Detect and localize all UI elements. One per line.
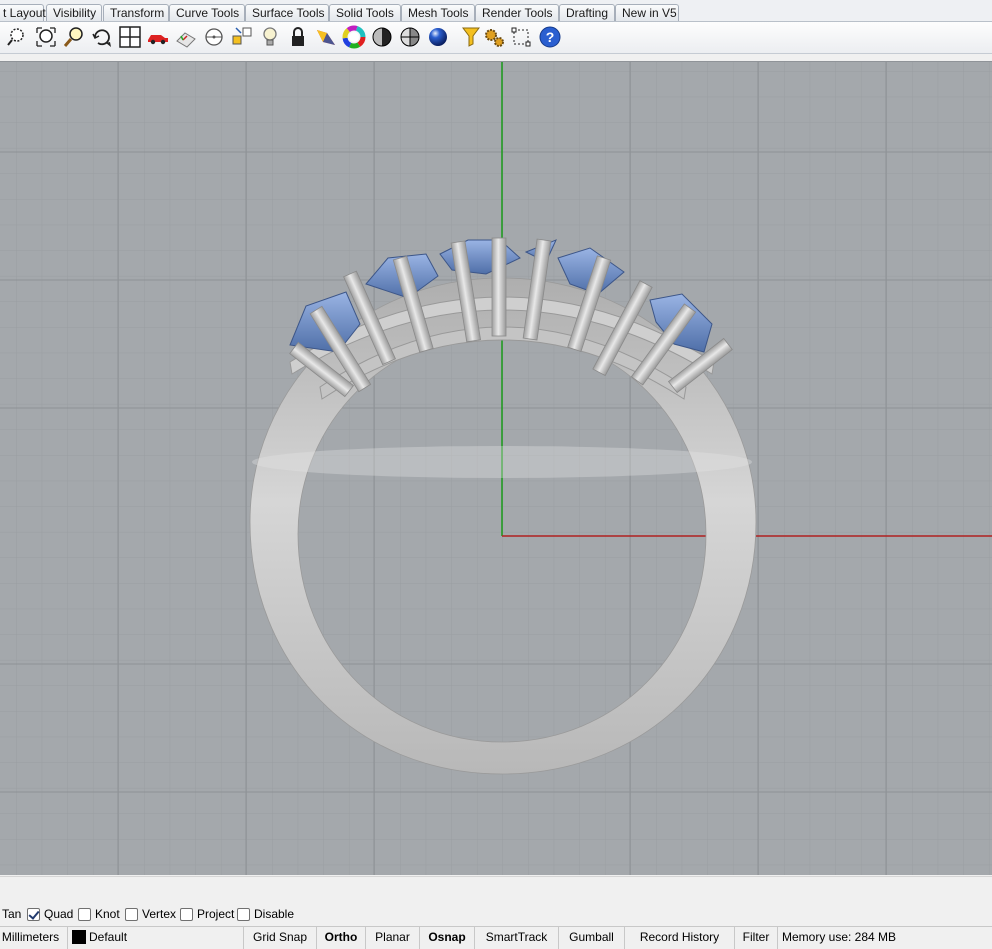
rotate-view-icon[interactable]	[90, 25, 114, 49]
planar-pane[interactable]: Planar	[366, 927, 420, 949]
zoom-extents-icon[interactable]	[34, 25, 58, 49]
osnap-disable-label: Disable	[254, 907, 295, 921]
filter-icon[interactable]	[460, 25, 484, 49]
smarttrack-pane[interactable]: SmartTrack	[475, 927, 559, 949]
osnap-project-label: Project	[197, 907, 235, 921]
dimension-icon[interactable]	[510, 25, 534, 49]
units-pane[interactable]: Millimeters	[0, 927, 68, 949]
memory-pane: Memory use: 284 MB	[782, 930, 897, 944]
material-icon[interactable]	[314, 25, 338, 49]
named-view-car-icon[interactable]	[146, 25, 170, 49]
osnap-knot-checkbox[interactable]	[78, 907, 91, 921]
osnap-bar: Tan Quad Knot Vertex Project Disable	[0, 876, 992, 926]
options-icon[interactable]	[202, 25, 226, 49]
osnap-knot[interactable]: Knot	[78, 906, 120, 922]
tab-visibility[interactable]: Visibility	[46, 4, 102, 21]
record-history-pane[interactable]: Record History	[625, 927, 735, 949]
status-bar: Millimeters Default Grid Snap Ortho Plan…	[0, 926, 992, 949]
rendered-sphere-icon[interactable]	[426, 25, 450, 49]
osnap-vertex-label: Vertex	[142, 907, 177, 921]
tab-solid-tools[interactable]: Solid Tools	[329, 4, 401, 21]
tab-mesh-tools[interactable]: Mesh Tools	[401, 4, 475, 21]
svg-text:?: ?	[546, 29, 555, 45]
tab-layout[interactable]: t Layout	[0, 4, 46, 21]
shaded-icon[interactable]	[370, 25, 394, 49]
viewport-canvas	[0, 62, 992, 875]
grid-snap-pane[interactable]: Grid Snap	[244, 927, 317, 949]
osnap-project[interactable]: Project	[180, 906, 234, 922]
tab-drafting[interactable]: Drafting	[559, 4, 615, 21]
osnap-vertex-checkbox[interactable]	[125, 907, 138, 921]
layer-name: Default	[89, 930, 128, 944]
osnap-quad[interactable]: Quad	[27, 906, 73, 922]
osnap-quad-checkbox[interactable]	[27, 907, 40, 921]
zoom-dynamic-icon[interactable]	[6, 25, 30, 49]
osnap-disable[interactable]: Disable	[237, 906, 294, 922]
osnap-disable-checkbox[interactable]	[237, 907, 250, 921]
front-viewport[interactable]	[0, 61, 992, 875]
filter-pane[interactable]: Filter	[735, 927, 778, 949]
tab-curve-tools[interactable]: Curve Tools	[169, 4, 245, 21]
layer-color-swatch	[72, 930, 86, 944]
four-viewports-icon[interactable]	[118, 25, 142, 49]
osnap-knot-label: Knot	[95, 907, 120, 921]
help-icon[interactable]: ?	[538, 25, 562, 49]
select-icon[interactable]	[230, 25, 254, 49]
layer-pane[interactable]: Default	[68, 927, 244, 949]
lightbulb-icon[interactable]	[258, 25, 282, 49]
osnap-vertex[interactable]: Vertex	[125, 906, 176, 922]
band-highlight	[252, 446, 752, 478]
osnap-quad-label: Quad	[44, 907, 74, 921]
osnap-tan-label: Tan	[2, 907, 22, 921]
ortho-pane[interactable]: Ortho	[317, 927, 366, 949]
icon-toolbar: ?	[0, 22, 992, 54]
cplane-icon[interactable]	[174, 25, 198, 49]
gumball-pane[interactable]: Gumball	[559, 927, 625, 949]
lock-icon[interactable]	[286, 25, 310, 49]
toolbar-tabs: t Layout Visibility Transform Curve Tool…	[0, 0, 992, 22]
osnap-pane[interactable]: Osnap	[420, 927, 475, 949]
color-wheel-icon[interactable]	[342, 25, 366, 49]
settings-gears-icon[interactable]	[482, 25, 506, 49]
osnap-project-checkbox[interactable]	[180, 907, 193, 921]
tab-render-tools[interactable]: Render Tools	[475, 4, 559, 21]
tab-surface-tools[interactable]: Surface Tools	[245, 4, 329, 21]
ghosted-icon[interactable]	[398, 25, 422, 49]
zoom-window-icon[interactable]	[62, 25, 86, 49]
tab-new-in-v5[interactable]: New in V5	[615, 4, 679, 21]
tab-transform[interactable]: Transform	[103, 4, 169, 21]
osnap-tan[interactable]: Tan	[2, 906, 21, 922]
